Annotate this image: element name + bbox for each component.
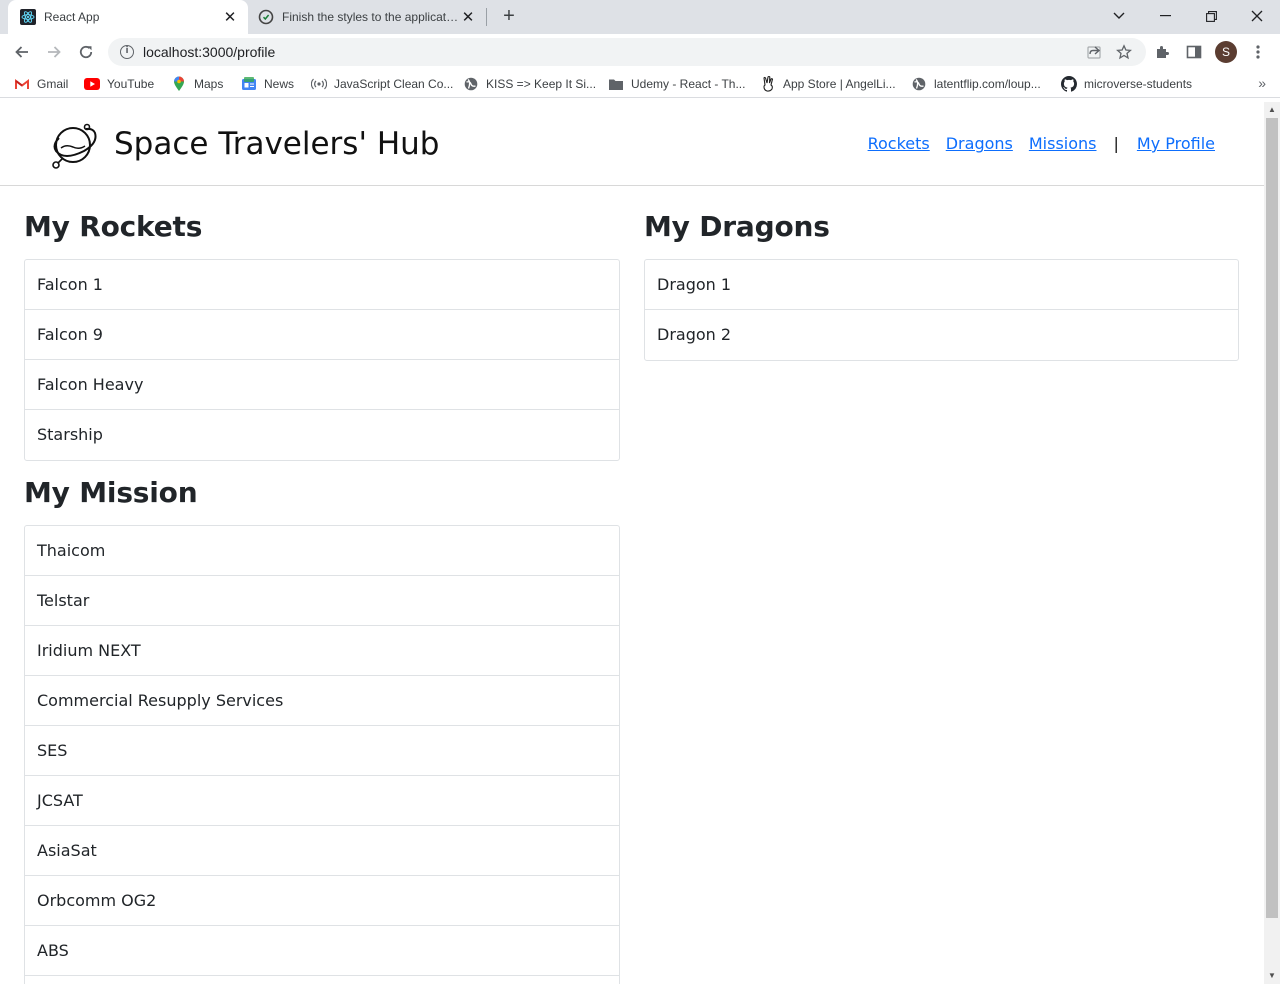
list-item: Iridium NEXT [25,626,619,676]
my-dragons-heading: My Dragons [644,210,830,243]
list-item: Orbcomm OG2 [25,876,619,926]
extensions-icon[interactable] [1150,40,1174,64]
podcast-icon [311,76,327,92]
bookmark-news[interactable]: News [241,75,294,93]
bookmark-kiss[interactable]: KISS => Keep It Si... [463,75,596,93]
browser-tab-strip: React App ✕ Finish the styles to the app… [0,0,1280,34]
scrollbar-thumb[interactable] [1266,118,1278,918]
list-item: Falcon 1 [25,260,619,310]
list-item [25,976,619,984]
tab-search-icon[interactable] [1096,0,1142,32]
list-item: ABS [25,926,619,976]
news-icon [241,76,257,92]
profile-avatar[interactable]: S [1215,41,1237,63]
rockets-list: Falcon 1 Falcon 9 Falcon Heavy Starship [24,259,620,461]
nav-link-dragons[interactable]: Dragons [946,134,1013,153]
new-tab-icon[interactable]: + [498,6,520,28]
minimize-icon[interactable] [1142,0,1188,32]
tab-title: React App [44,10,100,24]
nav-link-my-profile[interactable]: My Profile [1137,134,1215,153]
bookmark-javascript-clean-code[interactable]: JavaScript Clean Co... [311,75,453,93]
nav-link-rockets[interactable]: Rockets [868,134,930,153]
tab-title: Finish the styles to the application [282,10,460,24]
bookmark-maps[interactable]: Maps [171,75,223,93]
list-item: JCSAT [25,776,619,826]
my-dragons-section: My Dragons Dragon 1 Dragon 2 [644,208,1239,361]
page-viewport: Space Travelers' Hub Rockets Dragons Mis… [0,102,1264,984]
reload-icon[interactable] [72,38,100,66]
my-mission-heading: My Mission [24,476,198,509]
address-bar[interactable]: i localhost:3000/profile [108,38,1146,66]
site-header: Space Travelers' Hub Rockets Dragons Mis… [0,102,1264,186]
share-icon[interactable] [1086,44,1102,64]
gmail-icon [14,76,30,92]
globe-icon [463,76,479,92]
bookmark-youtube[interactable]: YouTube [84,75,154,93]
tab-divider [486,8,487,26]
side-panel-icon[interactable] [1182,40,1206,64]
my-rockets-section: My Rockets Falcon 1 Falcon 9 Falcon Heav… [24,208,620,461]
url-text: localhost:3000/profile [143,44,276,60]
forward-icon[interactable] [40,38,68,66]
chevron-double-right-icon[interactable]: » [1258,75,1266,91]
list-item: Commercial Resupply Services [25,676,619,726]
close-icon[interactable]: ✕ [222,9,238,26]
my-mission-section: My Mission Thaicom Telstar Iridium NEXT … [24,474,620,984]
site-info-icon[interactable]: i [120,45,134,59]
bookmark-angellist[interactable]: App Store | AngelLi... [760,75,896,93]
github-icon [1061,76,1077,92]
restore-icon[interactable] [1188,0,1234,32]
bookmark-udemy-react[interactable]: Udemy - React - Th... [608,75,745,93]
close-window-icon[interactable] [1234,0,1280,32]
angellist-icon [760,76,776,92]
list-item: Falcon Heavy [25,360,619,410]
list-item: SES [25,726,619,776]
list-item: Telstar [25,576,619,626]
list-item: Thaicom [25,526,619,576]
scroll-up-arrow-icon[interactable]: ▲ [1264,102,1280,118]
bookmark-microverse-students[interactable]: microverse-students [1061,75,1192,93]
nav-divider: | [1113,134,1119,153]
globe-icon [911,76,927,92]
bookmarks-bar: Gmail YouTube Maps News JavaScript Clean… [0,70,1280,98]
youtube-icon [84,76,100,92]
bookmark-gmail[interactable]: Gmail [14,75,68,93]
close-icon[interactable]: ✕ [460,9,476,26]
my-rockets-heading: My Rockets [24,210,203,243]
folder-icon [608,76,624,92]
browser-toolbar: i localhost:3000/profile [0,34,1280,70]
maps-icon [171,76,187,92]
list-item: Dragon 2 [657,325,732,344]
menu-icon[interactable] [1246,40,1270,64]
list-item: AsiaSat [25,826,619,876]
dragons-list: Dragon 1 Dragon 2 [644,259,1239,361]
react-icon [20,9,36,25]
bookmark-star-icon[interactable] [1116,44,1132,64]
browser-tab-active[interactable]: React App ✕ [8,0,248,34]
list-item: Falcon 9 [25,310,619,360]
nav-link-missions[interactable]: Missions [1029,134,1097,153]
planet-logo-icon [46,118,100,172]
list-item: Dragon 1 [645,260,1238,310]
bookmark-latentflip[interactable]: latentflip.com/loup... [911,75,1041,93]
main-nav: Rockets Dragons Missions | My Profile [868,134,1215,153]
github-icon [258,9,274,25]
list-item: Starship [37,425,103,444]
page-scrollbar[interactable]: ▲ ▼ [1264,102,1280,984]
browser-tab[interactable]: Finish the styles to the application ✕ [250,0,486,34]
site-title: Space Travelers' Hub [114,126,440,162]
missions-list: Thaicom Telstar Iridium NEXT Commercial … [24,525,620,984]
scroll-down-arrow-icon[interactable]: ▼ [1264,968,1280,984]
back-icon[interactable] [8,38,36,66]
